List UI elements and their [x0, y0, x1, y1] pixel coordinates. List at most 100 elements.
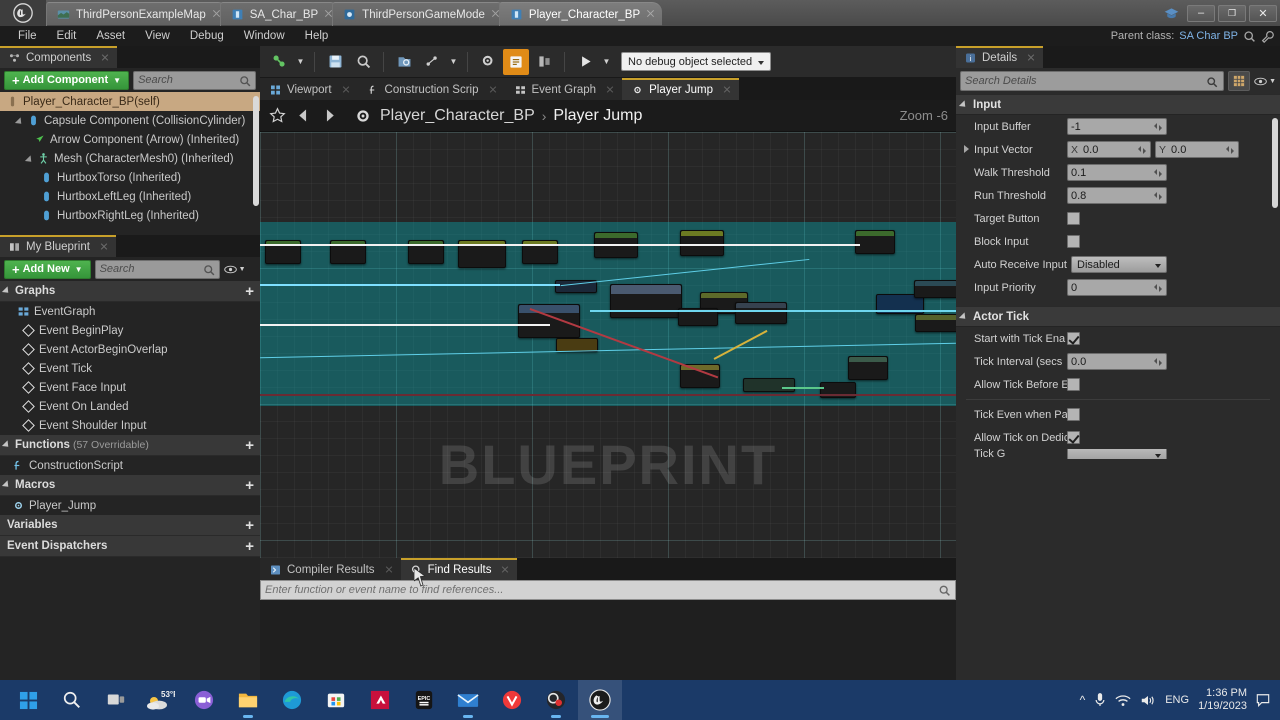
taskbar-icon-group[interactable]: 53°F EPIC: [6, 680, 622, 720]
tab-construction-script[interactable]: Construction Scrip: [357, 78, 505, 100]
tab-viewport[interactable]: Viewport: [260, 78, 358, 100]
target-button-checkbox[interactable]: [1067, 212, 1080, 225]
chevron-down-icon[interactable]: [16, 116, 26, 126]
section-variables[interactable]: Variables +: [0, 515, 260, 536]
compile-button[interactable]: [266, 49, 292, 75]
play-options-chevron-icon[interactable]: ▼: [600, 49, 613, 75]
start-with-tick-enabled-checkbox[interactable]: [1067, 332, 1080, 345]
favorite-star-icon[interactable]: [268, 107, 286, 125]
components-search-input[interactable]: Search: [133, 70, 256, 90]
close-icon[interactable]: [501, 566, 509, 574]
property-input-buffer[interactable]: Input Buffer -1: [956, 115, 1280, 138]
weather-widget[interactable]: 53°F: [138, 680, 182, 720]
navigate-forward-button[interactable]: [320, 107, 338, 125]
tick-interval-field[interactable]: 0.0: [1067, 353, 1167, 370]
breadcrumb-root[interactable]: Player_Character_BP: [380, 107, 535, 125]
tick-group-combo[interactable]: [1067, 449, 1167, 459]
property-input-vector[interactable]: Input Vector X 0.0 Y 0.0: [956, 138, 1280, 161]
volume-icon[interactable]: [1140, 694, 1156, 707]
details-grid-view-button[interactable]: [1228, 71, 1250, 91]
maximize-button[interactable]: ❐: [1218, 4, 1246, 22]
property-tick-even-when-paused[interactable]: Tick Even when Pa: [956, 403, 1280, 426]
event-tick[interactable]: Event Tick: [0, 359, 260, 378]
taskbar-clock[interactable]: 1:36 PM 1/19/2023: [1198, 687, 1247, 713]
menu-help[interactable]: Help: [295, 26, 339, 46]
tree-item-capsule[interactable]: Capsule Component (CollisionCylinder): [0, 111, 260, 130]
run-threshold-field[interactable]: 0.8: [1067, 187, 1167, 204]
window-tab-thirdpersongamemode[interactable]: ThirdPersonGameMode: [332, 2, 507, 26]
category-input[interactable]: Input: [956, 94, 1280, 115]
add-function-button[interactable]: +: [245, 438, 254, 453]
spinner-icon[interactable]: [1153, 122, 1163, 132]
input-buffer-field[interactable]: -1: [1067, 118, 1167, 135]
tree-item-hurtbox-leftleg[interactable]: HurtboxLeftLeg (Inherited): [0, 187, 260, 206]
add-macro-button[interactable]: +: [245, 478, 254, 493]
tab-event-graph[interactable]: Event Graph: [504, 78, 623, 100]
graph-tab-row[interactable]: Viewport Construction Scrip Event Graph …: [260, 78, 956, 100]
teams-button[interactable]: [182, 680, 226, 720]
close-icon[interactable]: [101, 54, 109, 62]
tab-details[interactable]: i Details: [956, 46, 1044, 68]
search-icon[interactable]: [938, 584, 951, 597]
bottom-panel-tab-row[interactable]: Compiler Results Find Results: [260, 558, 956, 580]
wrench-icon[interactable]: [1261, 30, 1274, 43]
class-settings-button[interactable]: [475, 49, 501, 75]
menu-window[interactable]: Window: [234, 26, 295, 46]
event-shoulder-input[interactable]: Event Shoulder Input: [0, 416, 260, 435]
close-icon[interactable]: [1027, 54, 1035, 62]
windows-taskbar[interactable]: 53°F EPIC: [0, 680, 1280, 720]
window-tab-thirdpersonexamplemap[interactable]: ThirdPersonExampleMap: [46, 2, 228, 26]
block-input-checkbox[interactable]: [1067, 235, 1080, 248]
spinner-icon[interactable]: [1153, 191, 1163, 201]
input-vector-x-field[interactable]: X 0.0: [1067, 141, 1151, 158]
notifications-icon[interactable]: [1256, 693, 1270, 707]
property-block-input[interactable]: Block Input: [956, 230, 1280, 253]
property-run-threshold[interactable]: Run Threshold 0.8: [956, 184, 1280, 207]
breadcrumb[interactable]: Player_Character_BP › Player Jump: [380, 107, 642, 125]
microsoft-store-button[interactable]: [314, 680, 358, 720]
system-tray[interactable]: ^ ENG 1:36 PM 1/19/2023: [1080, 687, 1280, 713]
tab-my-blueprint[interactable]: My Blueprint: [0, 235, 116, 257]
my-blueprint-search-input[interactable]: Search: [94, 259, 220, 279]
add-variable-button[interactable]: +: [245, 518, 254, 533]
task-view-button[interactable]: [94, 680, 138, 720]
add-event-dispatcher-button[interactable]: +: [245, 539, 254, 554]
category-actor-tick[interactable]: Actor Tick: [956, 306, 1280, 327]
components-tab-row[interactable]: Components: [0, 46, 260, 68]
navigate-back-button[interactable]: [294, 107, 312, 125]
event-face-input[interactable]: Event Face Input: [0, 378, 260, 397]
property-tick-group-clipped[interactable]: Tick G: [956, 449, 1280, 459]
graph-node[interactable]: [610, 284, 682, 318]
allow-tick-on-dedicated-server-checkbox[interactable]: [1067, 431, 1080, 444]
menu-view[interactable]: View: [135, 26, 180, 46]
tree-item-hurtbox-torso[interactable]: HurtboxTorso (Inherited): [0, 168, 260, 187]
details-property-list[interactable]: Input Input Buffer -1 Input Vector X 0.0: [956, 94, 1280, 459]
input-priority-field[interactable]: 0: [1067, 279, 1167, 296]
my-blueprint-tree[interactable]: Graphs + EventGraph Event BeginPlay Even…: [0, 281, 260, 557]
auto-receive-input-combo[interactable]: Disabled: [1071, 256, 1167, 273]
tree-item-arrow[interactable]: Arrow Component (Arrow) (Inherited): [0, 130, 260, 149]
property-start-with-tick-enabled[interactable]: Start with Tick Ena: [956, 327, 1280, 350]
add-component-button[interactable]: + Add Component ▼: [4, 70, 130, 90]
language-indicator[interactable]: ENG: [1165, 694, 1189, 706]
tree-item-self[interactable]: Player_Character_BP(self): [0, 92, 260, 111]
window-tab-sa-char-bp[interactable]: SA_Char_BP: [219, 2, 341, 26]
mail-button[interactable]: [446, 680, 490, 720]
graph-node[interactable]: [680, 230, 724, 256]
property-auto-receive-input[interactable]: Auto Receive Input Disabled: [956, 253, 1280, 276]
window-tab-player-character-bp[interactable]: Player_Character_BP: [498, 2, 663, 26]
simulation-button[interactable]: [531, 49, 557, 75]
windows-start-button[interactable]: [6, 680, 50, 720]
details-scrollbar[interactable]: [1272, 118, 1278, 208]
graph-node[interactable]: [743, 378, 795, 392]
tab-player-jump[interactable]: Player Jump: [622, 78, 740, 100]
section-graphs[interactable]: Graphs +: [0, 281, 260, 302]
close-button[interactable]: ✕: [1249, 4, 1277, 22]
graph-node[interactable]: [855, 230, 895, 254]
property-allow-tick-before-begin-play[interactable]: Allow Tick Before E: [956, 373, 1280, 396]
debug-object-selector[interactable]: No debug object selected: [621, 52, 772, 71]
close-icon[interactable]: [489, 86, 497, 94]
obs-studio-button[interactable]: [534, 680, 578, 720]
hide-unrelated-chevron-icon[interactable]: ▼: [447, 49, 460, 75]
parent-class-value[interactable]: SA Char BP: [1179, 30, 1238, 42]
